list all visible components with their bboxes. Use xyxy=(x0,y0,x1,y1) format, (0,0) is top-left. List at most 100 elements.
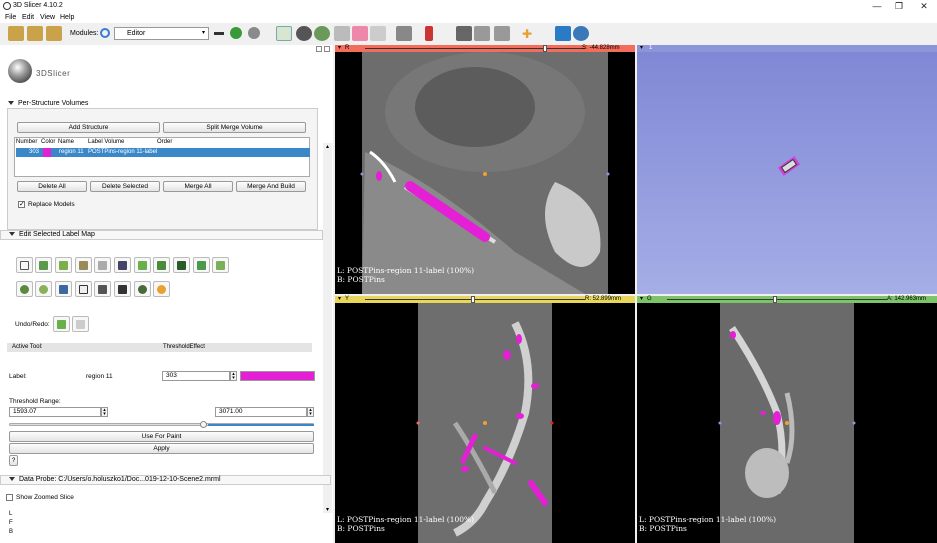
yellow-label-layer: L: POSTPins-region 11-label (100%) xyxy=(337,515,475,524)
save-icon[interactable] xyxy=(46,26,62,41)
undo-icon[interactable] xyxy=(53,316,70,332)
green-slice-view[interactable]: L: POSTPins-region 11-label (100%) B: PO… xyxy=(637,303,937,543)
watershed-icon[interactable] xyxy=(75,281,92,297)
threshold-max-spin-icon[interactable]: ▴ ▾ xyxy=(307,407,314,417)
pin-icon[interactable]: ▾ xyxy=(640,296,643,303)
yellow-slice-slider[interactable] xyxy=(365,299,585,300)
yellow-slider-handle[interactable] xyxy=(471,296,475,303)
default-tool-icon[interactable] xyxy=(16,257,33,273)
remove-islands-icon[interactable] xyxy=(173,257,190,273)
module-selector[interactable]: Editor ▾ xyxy=(114,27,209,40)
menu-help[interactable]: Help xyxy=(60,14,74,21)
draw-effect-icon[interactable] xyxy=(75,257,92,273)
merge-all-button[interactable]: Merge All xyxy=(163,181,233,192)
replace-models-checkbox[interactable]: ✓ xyxy=(18,201,25,208)
panel-float-icon[interactable] xyxy=(316,46,322,52)
save-island-icon[interactable] xyxy=(193,257,210,273)
add-structure-button[interactable]: Add Structure xyxy=(17,122,160,133)
green-slice-controller[interactable]: ▾ G A: 142.963mm xyxy=(637,296,937,303)
transforms-module-icon[interactable] xyxy=(334,26,350,41)
label-value-input[interactable]: 303 xyxy=(162,371,230,381)
grow-cut-icon[interactable] xyxy=(94,281,111,297)
split-merge-button[interactable]: Split Merge Volume xyxy=(163,122,306,133)
edit-label-map-header[interactable]: Edit Selected Label Map xyxy=(0,230,323,240)
volumes-module-icon[interactable] xyxy=(296,26,312,41)
threshold-slider[interactable] xyxy=(9,423,314,426)
make-model-icon[interactable] xyxy=(55,281,72,297)
models-module-icon[interactable] xyxy=(314,26,330,41)
python-console-icon[interactable] xyxy=(573,26,589,41)
yellow-slice-view[interactable]: L: POSTPins-region 11-label (100%) B: PO… xyxy=(335,303,635,543)
red-slice-view[interactable]: L: POSTPins-region 11-label (100%) B: PO… xyxy=(335,52,635,294)
menu-file[interactable]: File xyxy=(5,14,16,21)
module-search-icon[interactable] xyxy=(100,28,110,38)
apply-button[interactable]: Apply xyxy=(9,443,314,454)
label-color-swatch[interactable] xyxy=(240,371,315,381)
back-arrow-icon[interactable] xyxy=(230,27,242,39)
scroll-down-icon[interactable]: ▾ xyxy=(324,506,331,513)
window-level-icon[interactable] xyxy=(494,26,510,41)
module-panel-scrollbar[interactable]: ▴ ▾ xyxy=(323,143,332,513)
screenshot-icon[interactable] xyxy=(456,26,472,41)
label-spin-icon[interactable]: ▴ ▾ xyxy=(230,371,237,381)
layout-icon[interactable] xyxy=(396,26,412,41)
pin-icon[interactable]: ▾ xyxy=(338,45,341,52)
active-tool-label: Active Tool: xyxy=(12,344,43,350)
extension-manager-icon[interactable] xyxy=(555,26,571,41)
pin-icon[interactable]: ▾ xyxy=(338,296,341,303)
red-slider-handle[interactable] xyxy=(543,45,547,52)
delete-selected-button[interactable]: Delete Selected xyxy=(90,181,160,192)
menu-edit[interactable]: Edit xyxy=(22,14,34,21)
level-tracing-icon[interactable] xyxy=(94,257,111,273)
minimize-button[interactable]: — xyxy=(866,0,888,13)
red-slice-controller[interactable]: ▾ R S: -44.828mm xyxy=(335,45,635,52)
redo-icon[interactable] xyxy=(72,316,89,332)
threed-view-controller[interactable]: ▾ 1 xyxy=(637,45,937,52)
forward-arrow-icon[interactable] xyxy=(248,27,260,39)
help-button[interactable]: ? xyxy=(9,455,18,466)
dilate-label-icon[interactable] xyxy=(16,281,33,297)
identify-islands-icon[interactable] xyxy=(134,257,151,273)
menu-view[interactable]: View xyxy=(40,14,55,21)
threed-view[interactable] xyxy=(637,52,937,294)
green-slider-handle[interactable] xyxy=(773,296,777,303)
red-slice-slider[interactable] xyxy=(365,48,585,49)
rectangle-effect-icon[interactable] xyxy=(114,257,131,273)
close-button[interactable]: ✕ xyxy=(913,0,935,13)
threshold-min-input[interactable]: 1593.07 xyxy=(9,407,101,417)
column-header-number: Number xyxy=(16,139,38,145)
paint-effect-icon[interactable] xyxy=(55,257,72,273)
threshold-effect-icon[interactable] xyxy=(114,281,131,297)
pin-icon[interactable]: ▾ xyxy=(640,45,643,52)
data-probe-header[interactable]: Data Probe: C:/Users/o.holuszko1/Doc...0… xyxy=(0,475,331,485)
crosshair-icon[interactable]: ✚ xyxy=(522,28,534,40)
erode-label-icon[interactable] xyxy=(212,257,229,273)
yellow-slice-controller[interactable]: ▾ Y R: 52.899mm xyxy=(335,296,635,303)
markups-module-icon[interactable] xyxy=(352,26,368,41)
dicom-icon[interactable] xyxy=(27,26,43,41)
editor-module-icon[interactable] xyxy=(370,26,386,41)
change-label-icon[interactable] xyxy=(35,257,52,273)
data-module-icon[interactable] xyxy=(276,26,292,41)
fast-marching-icon[interactable] xyxy=(134,281,151,297)
change-label-effect-icon[interactable] xyxy=(35,281,52,297)
scroll-up-icon[interactable]: ▴ xyxy=(324,143,331,150)
delete-all-button[interactable]: Delete All xyxy=(17,181,87,192)
threshold-min-spin-icon[interactable]: ▴ ▾ xyxy=(101,407,108,417)
crosshair-link-icon[interactable] xyxy=(425,26,433,41)
change-island-icon[interactable] xyxy=(153,257,170,273)
merge-and-build-button[interactable]: Merge And Build xyxy=(236,181,306,192)
load-data-icon[interactable] xyxy=(8,26,24,41)
show-zoomed-slice-checkbox[interactable] xyxy=(6,494,13,501)
table-row[interactable]: 303 region 11 POSTPins-region 11-label xyxy=(16,148,310,157)
use-for-paint-button[interactable]: Use For Paint xyxy=(9,431,314,442)
scene-view-icon[interactable] xyxy=(474,26,490,41)
wand-effect-icon[interactable] xyxy=(153,281,170,297)
threshold-max-input[interactable]: 3071.00 xyxy=(215,407,307,417)
structures-table[interactable]: Number Color Name Label Volume Order 303… xyxy=(14,137,310,177)
threshold-slider-handle[interactable] xyxy=(200,421,207,428)
module-history-icon[interactable] xyxy=(214,32,224,35)
green-slice-slider[interactable] xyxy=(667,299,887,300)
maximize-button[interactable]: ❐ xyxy=(888,0,910,13)
panel-close-icon[interactable] xyxy=(324,46,330,52)
